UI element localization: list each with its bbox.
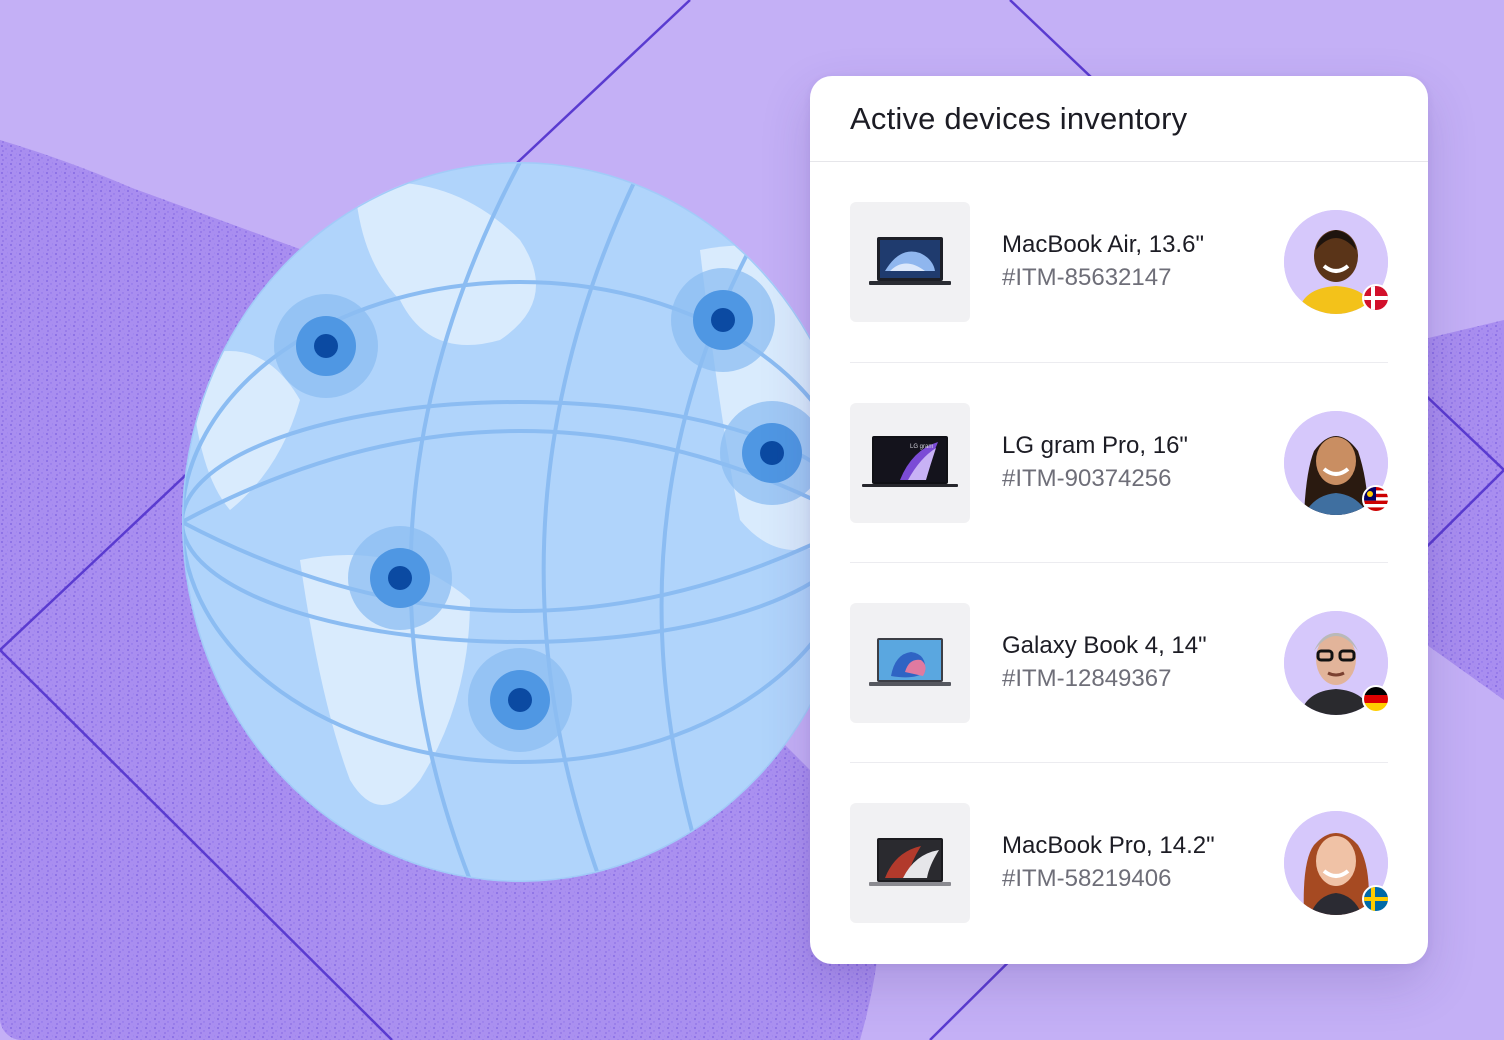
device-id: #ITM-90374256 bbox=[1002, 465, 1172, 492]
device-row[interactable]: MacBook Pro, 14.2" #ITM-58219406 bbox=[850, 763, 1390, 963]
map-pin-icon bbox=[274, 294, 378, 398]
device-row[interactable]: MacBook Air, 13.6" #ITM-85632147 bbox=[850, 162, 1390, 362]
globe bbox=[182, 162, 858, 882]
germany-flag-icon bbox=[1362, 685, 1390, 713]
device-name: MacBook Air, 13.6" bbox=[1002, 231, 1204, 258]
assignee-avatar[interactable] bbox=[1284, 811, 1390, 915]
laptop-lg-gram-icon: LG gram bbox=[850, 403, 970, 523]
device-id: #ITM-12849367 bbox=[1002, 665, 1172, 692]
assignee-avatar[interactable] bbox=[1284, 411, 1390, 515]
device-name: Galaxy Book 4, 14" bbox=[1002, 632, 1207, 659]
panel-title: Active devices inventory bbox=[850, 100, 1188, 136]
map-pin-icon bbox=[671, 268, 775, 372]
assignee-avatar[interactable] bbox=[1284, 611, 1390, 715]
sweden-flag-icon bbox=[1362, 885, 1390, 913]
panel-header: Active devices inventory bbox=[810, 76, 1428, 162]
device-row[interactable]: LG gram LG gram Pro, 16" #ITM-90374256 bbox=[850, 363, 1390, 563]
assignee-avatar[interactable] bbox=[1284, 210, 1390, 314]
map-pin-icon bbox=[348, 526, 452, 630]
illustration-canvas: Active devices inventory MacBook Air, 13… bbox=[0, 0, 1504, 1040]
map-pin-icon bbox=[720, 401, 824, 505]
laptop-macbook-air-icon bbox=[850, 202, 970, 322]
device-row[interactable]: Galaxy Book 4, 14" #ITM-12849367 bbox=[850, 563, 1390, 763]
map-pin-icon bbox=[468, 648, 572, 752]
device-name: MacBook Pro, 14.2" bbox=[1002, 832, 1215, 859]
device-name: LG gram Pro, 16" bbox=[1002, 432, 1188, 459]
malaysia-flag-icon bbox=[1362, 485, 1390, 513]
laptop-galaxy-book-icon bbox=[850, 603, 970, 723]
devices-inventory-panel: Active devices inventory MacBook Air, 13… bbox=[810, 76, 1428, 964]
denmark-flag-icon bbox=[1362, 284, 1390, 312]
device-id: #ITM-85632147 bbox=[1002, 264, 1172, 291]
device-id: #ITM-58219406 bbox=[1002, 865, 1172, 892]
svg-text:LG gram: LG gram bbox=[910, 444, 933, 450]
laptop-macbook-pro-icon bbox=[850, 803, 970, 923]
